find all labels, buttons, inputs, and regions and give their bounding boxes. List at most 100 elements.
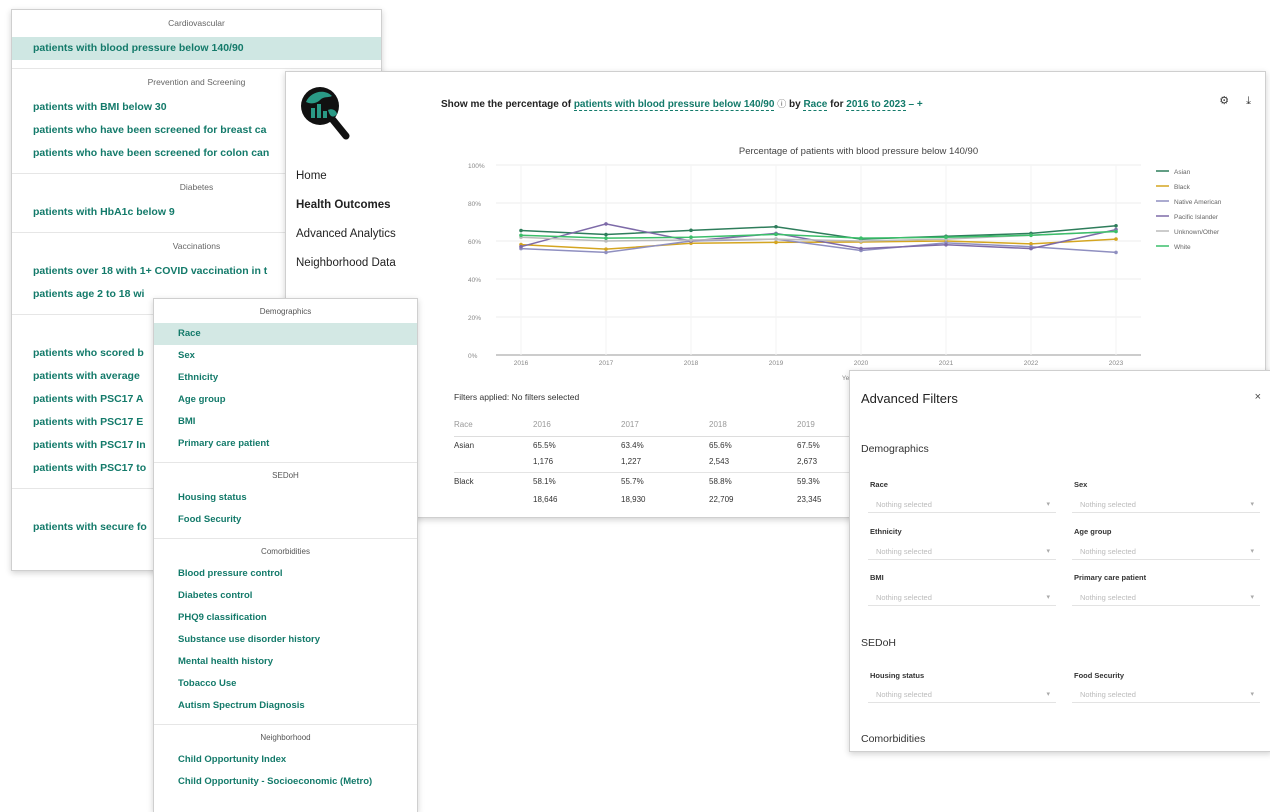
group-heading: Neighborhood [260,733,311,742]
category-option-housing-status[interactable]: Housing status [154,487,417,509]
minus-icon[interactable]: – [909,99,915,110]
category-option-substance-use[interactable]: Substance use disorder history [154,629,417,651]
data-point [944,235,948,239]
table-header-row: Race 2016 2017 2018 2019 [454,414,885,436]
select-placeholder: Nothing selected [1080,547,1136,556]
ethnicity-filter-select[interactable]: Nothing selected ▾ [868,544,1056,560]
query-builder: Show me the percentage of patients with … [441,97,923,111]
table-cell: 1,227 [621,454,709,473]
query-for-text: for [830,99,844,110]
bmi-filter-select[interactable]: Nothing selected ▾ [868,590,1056,606]
housing-filter-label: Housing status [870,671,925,680]
y-tick-label: 60% [468,239,481,246]
category-option-race[interactable]: Race [154,323,417,345]
category-option-tobacco[interactable]: Tobacco Use [154,673,417,695]
category-option-bmi[interactable]: BMI [154,411,417,433]
x-tick-label: 2019 [769,360,784,367]
data-point [859,236,863,240]
data-point [519,228,523,233]
app-logo-icon [301,87,350,140]
settings-icon[interactable]: ⚙ [1219,95,1229,107]
chart-title: Percentage of patients with blood pressu… [739,146,978,157]
x-tick-label: 2022 [1024,360,1039,367]
legend-label: Black [1174,184,1191,191]
group-heading: Comorbidities [261,547,310,556]
results-table: Race 2016 2017 2018 2019 Asian 65.5% 63.… [454,414,885,508]
category-option-coi-socioeconomic[interactable]: Child Opportunity - Socioeconomic (Metro… [154,771,417,793]
chevron-down-icon: ▾ [1250,594,1254,601]
table-cell-empty [454,490,533,508]
select-placeholder: Nothing selected [876,547,932,556]
category-dropdown: Demographics Race Sex Ethnicity Age grou… [153,298,418,812]
bmi-filter-label: BMI [870,573,884,582]
category-option-diabetes-control[interactable]: Diabetes control [154,585,417,607]
data-point [604,247,608,251]
data-point [1029,246,1033,251]
data-point [774,240,778,245]
category-option-mental-health[interactable]: Mental health history [154,651,417,673]
nav-item-home[interactable]: Home [296,162,396,191]
data-point [1029,233,1033,238]
data-point [604,232,608,237]
food-security-filter-select[interactable]: Nothing selected ▾ [1072,687,1260,703]
sex-filter-select[interactable]: Nothing selected ▾ [1072,497,1260,513]
close-icon[interactable]: × [1255,391,1261,403]
query-by-text: by [789,99,801,110]
category-option-autism[interactable]: Autism Spectrum Diagnosis [154,695,417,717]
nav-item-health-outcomes[interactable]: Health Outcomes [296,191,396,220]
category-option-ethnicity[interactable]: Ethnicity [154,367,417,389]
download-icon[interactable]: ⤓ [1246,95,1251,107]
group-by-selector[interactable]: Race [803,99,828,111]
info-icon[interactable]: ⓘ [777,99,786,109]
data-point [519,233,523,238]
x-tick-label: 2018 [684,360,699,367]
table-cell: 18,646 [533,494,558,504]
age-group-filter-label: Age group [1074,527,1112,536]
group-heading: SEDoH [272,471,299,480]
table-header[interactable]: 2016 [533,414,621,436]
plus-icon[interactable]: + [917,99,923,110]
category-option-bp-control[interactable]: Blood pressure control [154,563,417,585]
category-option-coi[interactable]: Child Opportunity Index [154,749,417,771]
toolbar-actions: ⚙ ⤓ [1205,94,1251,108]
measure-option-blood-pressure[interactable]: patients with blood pressure below 140/9… [12,37,381,60]
table-header[interactable]: 2018 [709,414,797,436]
table-header[interactable]: 2017 [621,414,709,436]
group-cardiovascular: Cardiovascular patients with blood press… [12,10,381,60]
data-point [774,232,778,237]
table-cell-empty [454,454,533,473]
data-point [689,228,693,233]
select-placeholder: Nothing selected [876,500,932,509]
chevron-down-icon: ▾ [1046,594,1050,601]
table-cell-race: Black [454,476,474,486]
nav-item-advanced-analytics[interactable]: Advanced Analytics [296,220,396,249]
section-sedoh: SEDoH [861,637,897,649]
legend-label: Unknown/Other [1174,229,1220,236]
category-option-primary-care[interactable]: Primary care patient [154,433,417,455]
table-cell: 22,709 [709,494,734,504]
data-point [1114,224,1118,228]
category-option-age-group[interactable]: Age group [154,389,417,411]
table-cell: 63.4% [621,440,644,450]
category-option-food-security[interactable]: Food Security [154,509,417,531]
race-filter-select[interactable]: Nothing selected ▾ [868,497,1056,513]
table-cell: 58.8% [709,476,732,486]
x-tick-label: 2020 [854,360,869,367]
data-point [774,237,778,241]
panel-title: Advanced Filters [861,391,958,406]
primary-care-filter-select[interactable]: Nothing selected ▾ [1072,590,1260,606]
chevron-down-icon: ▾ [1250,691,1254,698]
line-chart: Percentage of patients with blood pressu… [468,146,1222,382]
housing-filter-select[interactable]: Nothing selected ▾ [868,687,1056,703]
age-group-filter-select[interactable]: Nothing selected ▾ [1072,544,1260,560]
y-tick-label: 80% [468,201,481,208]
y-tick-label: 100% [468,163,485,170]
table-header[interactable]: Race [454,414,533,436]
select-placeholder: Nothing selected [1080,500,1136,509]
category-option-phq9[interactable]: PHQ9 classification [154,607,417,629]
nav-item-neighborhood-data[interactable]: Neighborhood Data [296,249,396,278]
measure-selector[interactable]: patients with blood pressure below 140/9… [573,99,775,111]
category-option-sex[interactable]: Sex [154,345,417,367]
period-selector[interactable]: 2016 to 2023 [846,99,906,111]
x-tick-label: 2023 [1109,360,1124,367]
